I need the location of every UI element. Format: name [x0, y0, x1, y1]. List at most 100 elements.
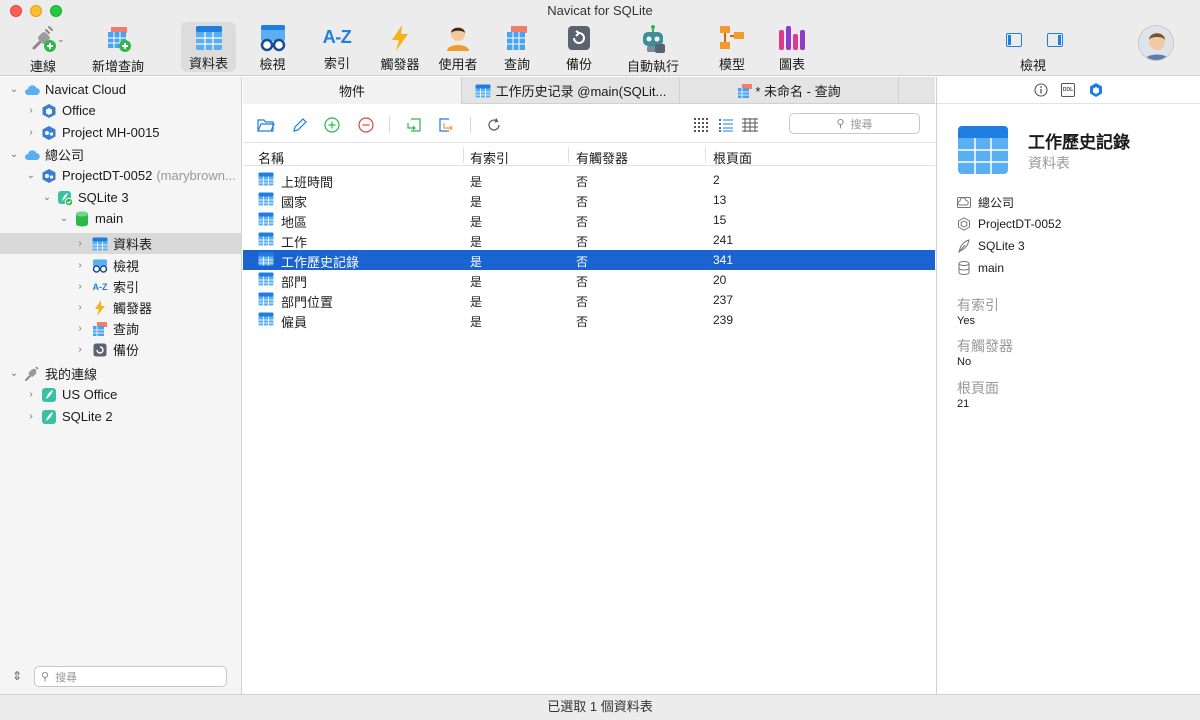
sidebar-toggle-left-icon[interactable]: [1006, 33, 1022, 50]
tree-navicat-cloud[interactable]: ⌄ Navicat Cloud: [0, 79, 242, 100]
table-row[interactable]: 部門 是 否 20: [243, 270, 935, 290]
table-row[interactable]: 工作歷史記錄 是 否 341: [243, 250, 935, 270]
tree-backup[interactable]: › 備份: [0, 339, 242, 360]
chevron-right-icon[interactable]: ›: [25, 105, 37, 116]
chevron-down-icon[interactable]: ⌄: [8, 149, 20, 160]
tree-head-office[interactable]: ⌄ 總公司: [0, 144, 242, 165]
new-query-button[interactable]: 新增查詢: [88, 22, 148, 74]
pencil-icon[interactable]: [290, 115, 310, 135]
tree-indexes[interactable]: › A-Z 索引: [0, 276, 242, 297]
tree-views[interactable]: › 檢視: [0, 255, 242, 276]
chevron-down-icon[interactable]: ⌄: [25, 170, 37, 181]
database-outline-icon: [957, 261, 971, 275]
column-header-name[interactable]: 名稱: [258, 148, 284, 167]
chevron-right-icon[interactable]: ›: [25, 127, 37, 138]
tree-office[interactable]: › Office: [0, 100, 242, 121]
object-search-input[interactable]: ⚲ 搜尋: [789, 113, 920, 134]
column-header-root-page[interactable]: 根頁面: [713, 148, 752, 167]
table-row[interactable]: 僱員 是 否 239: [243, 310, 935, 330]
row-has-trigger: 否: [576, 315, 589, 329]
table-row[interactable]: 地區 是 否 15: [243, 210, 935, 230]
tree-project-dt[interactable]: ⌄ ProjectDT-0052 (marybrown...: [0, 165, 242, 186]
row-has-index: 是: [470, 315, 483, 329]
detail-view-icon[interactable]: [740, 115, 760, 135]
row-has-index: 是: [470, 295, 483, 309]
sqlite-icon: [41, 409, 57, 425]
refresh-icon[interactable]: [484, 115, 504, 135]
grid-view-icon[interactable]: [691, 115, 711, 135]
chevron-right-icon[interactable]: ›: [74, 260, 86, 271]
table-row[interactable]: 工作 是 否 241: [243, 230, 935, 250]
charts-button[interactable]: 圖表: [770, 22, 814, 72]
hexagon-outline-icon: [957, 217, 971, 231]
tree-sqlite2[interactable]: › SQLite 2: [0, 406, 242, 427]
chevron-right-icon[interactable]: ›: [74, 238, 86, 249]
ddl-icon[interactable]: DDL: [1060, 82, 1076, 98]
table-row[interactable]: 國家 是 否 13: [243, 190, 935, 210]
title-bar: Navicat for SQLite 連線 ⌄ 新增查詢 資料表 檢視 A-Z …: [0, 0, 1200, 76]
column-header-has-index[interactable]: 有索引: [470, 148, 509, 167]
table-row[interactable]: 上班時間 是 否 2: [243, 170, 935, 190]
chevron-right-icon[interactable]: ›: [74, 344, 86, 355]
sort-updown-icon[interactable]: ⇕: [12, 669, 22, 683]
chevron-right-icon[interactable]: ›: [74, 323, 86, 334]
tables-button[interactable]: 資料表: [181, 22, 236, 72]
prop-value-has-trigger: No: [957, 356, 972, 368]
row-name: 部門: [281, 275, 308, 290]
model-button[interactable]: 模型: [710, 22, 754, 72]
users-button[interactable]: 使用者: [436, 22, 480, 72]
tab-untitled-query[interactable]: * 未命名 - 查詢: [680, 77, 899, 104]
table-icon: [258, 212, 274, 228]
views-button[interactable]: 檢視: [250, 22, 295, 72]
open-folder-icon[interactable]: [256, 115, 276, 135]
export-icon[interactable]: [436, 115, 456, 135]
chevron-right-icon[interactable]: ›: [25, 389, 37, 400]
table-icon: [258, 292, 274, 308]
chevron-right-icon[interactable]: ›: [25, 411, 37, 422]
tree-us-office[interactable]: › US Office: [0, 384, 242, 405]
column-header-has-trigger[interactable]: 有觸發器: [576, 148, 628, 167]
tree-tables[interactable]: › 資料表: [0, 233, 242, 254]
sidebar-search-input[interactable]: ⚲ 搜尋: [34, 666, 227, 687]
tree-triggers[interactable]: › 觸發器: [0, 297, 242, 318]
info-icon[interactable]: [1033, 82, 1049, 98]
tree-queries[interactable]: › 查詢: [0, 318, 242, 339]
table-large-icon: [957, 125, 1009, 175]
queries-button[interactable]: 查詢: [497, 22, 537, 72]
chevron-down-icon[interactable]: ⌄: [8, 84, 20, 95]
hexagon-object-icon[interactable]: [1088, 82, 1104, 98]
row-has-trigger: 否: [576, 235, 589, 249]
backup-button[interactable]: 備份: [559, 22, 599, 72]
main-content: 物件 工作历史记录 @main(SQLit... * 未命名 - 查詢 ⚲ 搜尋…: [243, 77, 935, 694]
tab-objects[interactable]: 物件: [243, 77, 462, 104]
triggers-button[interactable]: 觸發器: [378, 22, 422, 72]
chevron-right-icon[interactable]: ›: [74, 302, 86, 313]
chevron-down-icon[interactable]: ⌄: [41, 192, 53, 203]
indexes-button[interactable]: A-Z 索引: [315, 22, 359, 72]
tree-sqlite3[interactable]: ⌄ SQLite 3: [0, 187, 242, 208]
chevron-right-icon[interactable]: ›: [74, 281, 86, 292]
avatar[interactable]: [1138, 25, 1174, 61]
column-divider: [705, 147, 706, 163]
add-icon[interactable]: [322, 115, 342, 135]
tree-my-connections[interactable]: ⌄ 我的連線: [0, 363, 242, 384]
tree-project-mh[interactable]: › Project MH-0015: [0, 122, 242, 143]
chevron-down-icon[interactable]: ⌄: [8, 368, 20, 379]
automation-button[interactable]: 自動執行: [624, 22, 682, 74]
list-view-icon[interactable]: [716, 115, 736, 135]
chevron-down-icon[interactable]: ⌄: [57, 34, 65, 45]
remove-icon[interactable]: [356, 115, 376, 135]
tree-main-db[interactable]: ⌄ main: [0, 208, 242, 229]
detail-tab-bar: DDL: [937, 77, 1200, 104]
tab-table-history[interactable]: 工作历史记录 @main(SQLit...: [462, 77, 680, 104]
query-icon: [737, 83, 753, 99]
sidebar-toggle-right-icon[interactable]: [1047, 33, 1063, 50]
object-toolbar: ⚲ 搜尋: [243, 105, 935, 143]
row-has-index: 是: [470, 255, 483, 269]
table-row[interactable]: 部門位置 是 否 237: [243, 290, 935, 310]
connect-button[interactable]: 連線: [18, 22, 68, 74]
import-icon[interactable]: [404, 115, 424, 135]
chevron-down-icon[interactable]: ⌄: [58, 213, 70, 224]
toolbar-divider: [389, 117, 390, 133]
row-name: 部門位置: [281, 295, 334, 310]
